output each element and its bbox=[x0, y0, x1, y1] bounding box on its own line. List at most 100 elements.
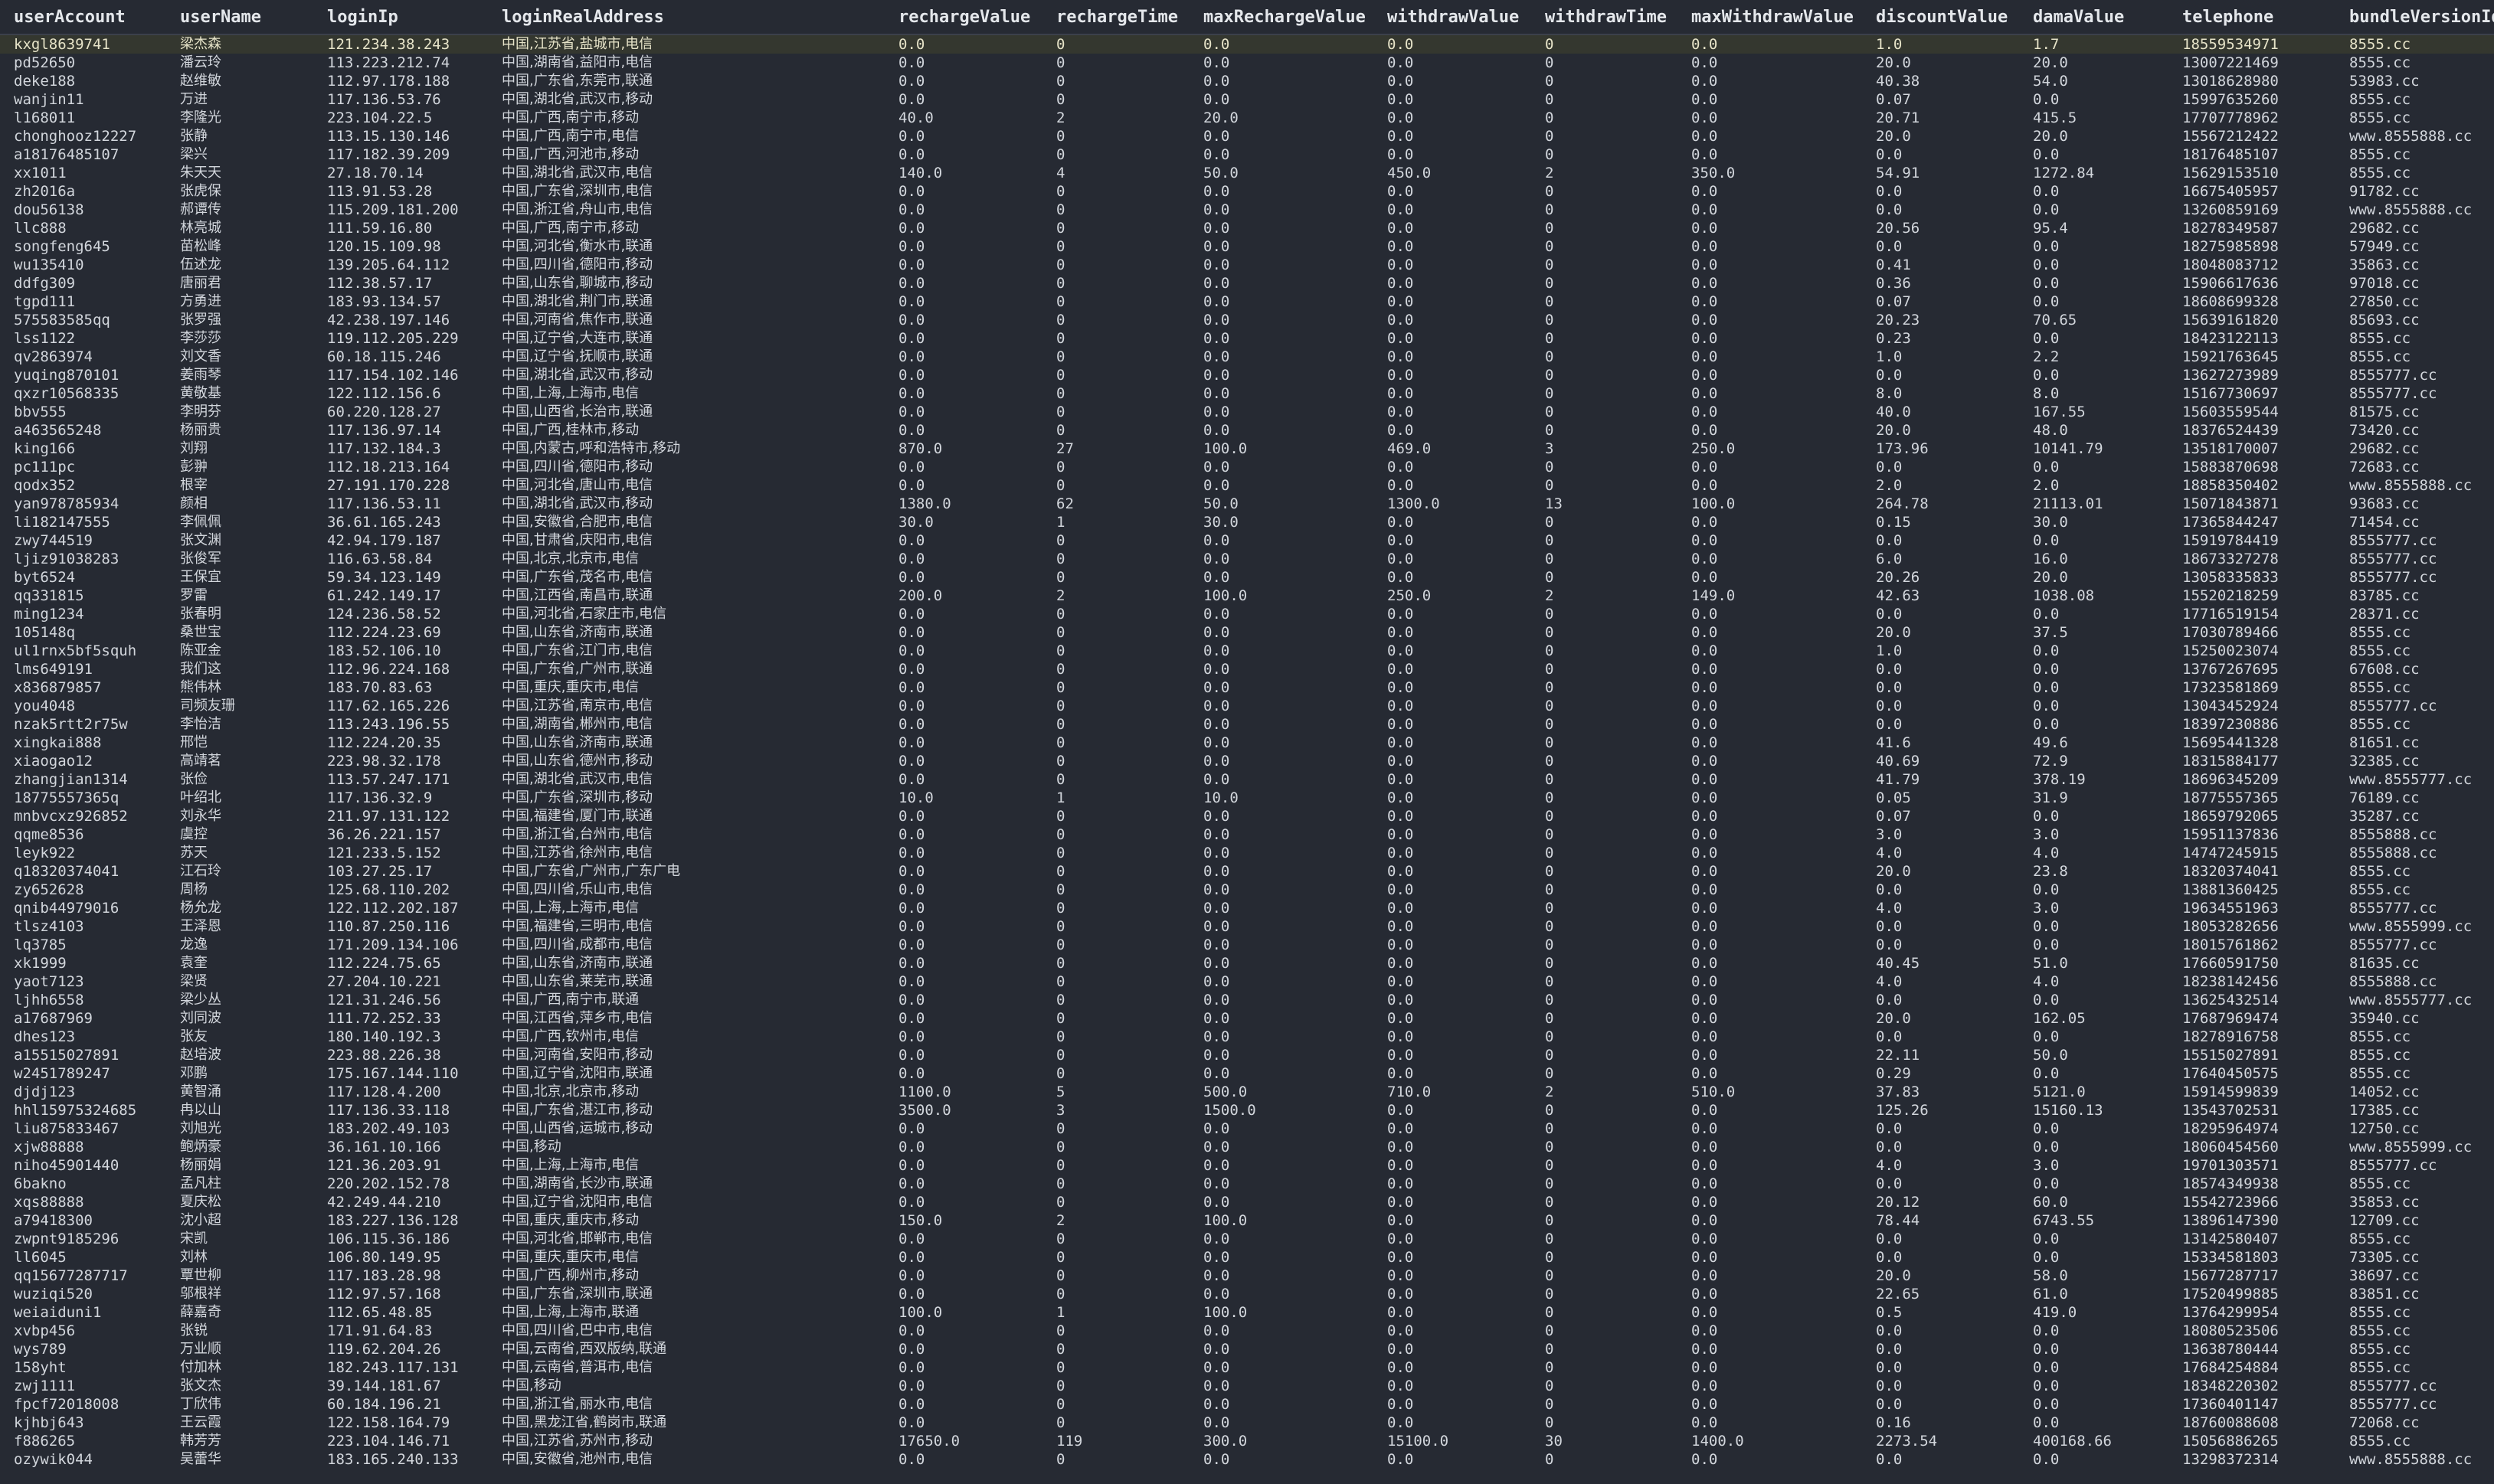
cell-dama-value[interactable]: 0.0 bbox=[2019, 642, 2168, 660]
cell-discount-value[interactable]: 0.23 bbox=[1862, 329, 2019, 348]
table-row[interactable]: qodx352 根宰 27.191.170.228 中国,河北省,唐山市,电信 0.0 0… bbox=[0, 476, 2494, 495]
cell-login-address[interactable]: 中国,河北省,衡水市,联通 bbox=[488, 237, 885, 256]
cell-recharge-time[interactable]: 0 bbox=[1042, 293, 1190, 311]
cell-telephone[interactable]: 13638780444 bbox=[2168, 1340, 2335, 1358]
cell-discount-value[interactable]: 0.0 bbox=[1862, 660, 2019, 678]
cell-login-address[interactable]: 中国,四川省,德阳市,移动 bbox=[488, 458, 885, 476]
cell-user-name[interactable]: 高靖茗 bbox=[166, 752, 313, 770]
cell-discount-value[interactable]: 20.0 bbox=[1862, 862, 2019, 881]
cell-user-name[interactable]: 苗松峰 bbox=[166, 237, 313, 256]
cell-user-name[interactable]: 万进 bbox=[166, 90, 313, 109]
cell-user-name[interactable]: 颜相 bbox=[166, 495, 313, 513]
cell-discount-value[interactable]: 0.0 bbox=[1862, 1340, 2019, 1358]
table-row[interactable]: xk1999 袁奎 112.224.75.65 中国,山东省,济南市,联通 0.0 0 0.… bbox=[0, 954, 2494, 972]
cell-bundle-version-id[interactable]: www.8555999.cc bbox=[2335, 1138, 2494, 1156]
cell-recharge-time[interactable]: 0 bbox=[1042, 256, 1190, 274]
cell-login-address[interactable]: 中国,广东省,广州市,广东广电 bbox=[488, 862, 885, 881]
cell-discount-value[interactable]: 4.0 bbox=[1862, 972, 2019, 991]
cell-withdraw-time[interactable]: 0 bbox=[1531, 789, 1677, 807]
cell-bundle-version-id[interactable]: 8555.cc bbox=[2335, 678, 2494, 697]
cell-max-withdraw-value[interactable]: 0.0 bbox=[1677, 403, 1862, 421]
cell-recharge-time[interactable]: 0 bbox=[1042, 274, 1190, 293]
cell-user-account[interactable]: zwy744519 bbox=[0, 531, 166, 550]
cell-login-address[interactable]: 中国,山东省,济南市,联通 bbox=[488, 954, 885, 972]
table-row[interactable]: niho45901440 杨丽娟 121.36.203.91 中国,上海,上海市,电信… bbox=[0, 1156, 2494, 1175]
cell-dama-value[interactable]: 8.0 bbox=[2019, 384, 2168, 403]
cell-withdraw-value[interactable]: 0.0 bbox=[1373, 1193, 1531, 1211]
cell-discount-value[interactable]: 54.91 bbox=[1862, 164, 2019, 182]
cell-user-account[interactable]: 105148q bbox=[0, 623, 166, 642]
cell-login-ip[interactable]: 117.183.28.98 bbox=[313, 1267, 488, 1285]
cell-user-name[interactable]: 彭翀 bbox=[166, 458, 313, 476]
cell-user-name[interactable]: 周杨 bbox=[166, 881, 313, 899]
cell-withdraw-time[interactable]: 0 bbox=[1531, 72, 1677, 90]
cell-dama-value[interactable]: 49.6 bbox=[2019, 734, 2168, 752]
cell-bundle-version-id[interactable]: 83785.cc bbox=[2335, 587, 2494, 605]
cell-max-withdraw-value[interactable]: 0.0 bbox=[1677, 1377, 1862, 1395]
cell-login-address[interactable]: 中国,河南省,安阳市,移动 bbox=[488, 1046, 885, 1064]
cell-withdraw-time[interactable]: 0 bbox=[1531, 1340, 1677, 1358]
cell-telephone[interactable]: 18659792065 bbox=[2168, 807, 2335, 825]
cell-user-name[interactable]: 陈亚金 bbox=[166, 642, 313, 660]
cell-login-address[interactable]: 中国,浙江省,舟山市,电信 bbox=[488, 201, 885, 219]
cell-max-recharge-value[interactable]: 0.0 bbox=[1190, 348, 1373, 366]
cell-recharge-time[interactable]: 2 bbox=[1042, 1211, 1190, 1230]
cell-recharge-time[interactable]: 0 bbox=[1042, 72, 1190, 90]
cell-max-withdraw-value[interactable]: 0.0 bbox=[1677, 936, 1862, 954]
table-row[interactable]: ljhh6558 梁少丛 121.31.246.56 中国,广西,南宁市,联通 0.0 0… bbox=[0, 991, 2494, 1009]
cell-recharge-value[interactable]: 150.0 bbox=[885, 1211, 1042, 1230]
cell-discount-value[interactable]: 20.0 bbox=[1862, 127, 2019, 145]
cell-user-account[interactable]: yaot7123 bbox=[0, 972, 166, 991]
cell-dama-value[interactable]: 0.0 bbox=[2019, 293, 2168, 311]
cell-user-account[interactable]: tlsz4103 bbox=[0, 917, 166, 936]
cell-bundle-version-id[interactable]: 81635.cc bbox=[2335, 954, 2494, 972]
cell-withdraw-time[interactable]: 0 bbox=[1531, 182, 1677, 201]
cell-max-withdraw-value[interactable]: 0.0 bbox=[1677, 550, 1862, 568]
cell-recharge-value[interactable]: 0.0 bbox=[885, 991, 1042, 1009]
cell-bundle-version-id[interactable]: 8555.cc bbox=[2335, 109, 2494, 127]
cell-withdraw-value[interactable]: 0.0 bbox=[1373, 972, 1531, 991]
cell-login-address[interactable]: 中国,河南省,焦作市,联通 bbox=[488, 311, 885, 329]
cell-bundle-version-id[interactable]: 8555.cc bbox=[2335, 862, 2494, 881]
cell-login-address[interactable]: 中国,上海,上海市,电信 bbox=[488, 384, 885, 403]
cell-discount-value[interactable]: 4.0 bbox=[1862, 899, 2019, 917]
table-row[interactable]: deke188 赵维敏 112.97.178.188 中国,广东省,东莞市,联通 0.0… bbox=[0, 72, 2494, 90]
cell-bundle-version-id[interactable]: www.8555888.cc bbox=[2335, 127, 2494, 145]
cell-withdraw-value[interactable]: 0.0 bbox=[1373, 531, 1531, 550]
cell-withdraw-time[interactable]: 0 bbox=[1531, 678, 1677, 697]
cell-telephone[interactable]: 13058335833 bbox=[2168, 568, 2335, 587]
cell-max-recharge-value[interactable]: 0.0 bbox=[1190, 1009, 1373, 1028]
cell-max-recharge-value[interactable]: 0.0 bbox=[1190, 1138, 1373, 1156]
cell-login-address[interactable]: 中国,浙江省,丽水市,电信 bbox=[488, 1395, 885, 1414]
cell-dama-value[interactable]: 4.0 bbox=[2019, 972, 2168, 991]
cell-login-ip[interactable]: 117.136.32.9 bbox=[313, 789, 488, 807]
cell-login-address[interactable]: 中国,广东省,茂名市,电信 bbox=[488, 568, 885, 587]
cell-user-account[interactable]: lss1122 bbox=[0, 329, 166, 348]
cell-max-recharge-value[interactable]: 0.0 bbox=[1190, 1064, 1373, 1083]
cell-max-recharge-value[interactable]: 0.0 bbox=[1190, 568, 1373, 587]
table-row[interactable]: xingkai888 邢恺 112.224.20.35 中国,山东省,济南市,联通 0.… bbox=[0, 734, 2494, 752]
cell-withdraw-value[interactable]: 0.0 bbox=[1373, 1120, 1531, 1138]
cell-user-account[interactable]: wanjin11 bbox=[0, 90, 166, 109]
cell-bundle-version-id[interactable]: 8555777.cc bbox=[2335, 550, 2494, 568]
cell-login-address[interactable]: 中国,河北省,石家庄市,电信 bbox=[488, 605, 885, 623]
cell-max-recharge-value[interactable]: 0.0 bbox=[1190, 1156, 1373, 1175]
cell-dama-value[interactable]: 0.0 bbox=[2019, 807, 2168, 825]
cell-telephone[interactable]: 13018628980 bbox=[2168, 72, 2335, 90]
cell-dama-value[interactable]: 2.2 bbox=[2019, 348, 2168, 366]
cell-discount-value[interactable]: 0.0 bbox=[1862, 1358, 2019, 1377]
cell-withdraw-value[interactable]: 0.0 bbox=[1373, 90, 1531, 109]
cell-withdraw-time[interactable]: 0 bbox=[1531, 1046, 1677, 1064]
cell-max-withdraw-value[interactable]: 0.0 bbox=[1677, 734, 1862, 752]
cell-dama-value[interactable]: 0.0 bbox=[2019, 660, 2168, 678]
cell-recharge-time[interactable]: 0 bbox=[1042, 531, 1190, 550]
cell-login-address[interactable]: 中国,辽宁省,大连市,联通 bbox=[488, 329, 885, 348]
cell-login-address[interactable]: 中国,安徽省,合肥市,电信 bbox=[488, 513, 885, 531]
cell-withdraw-value[interactable]: 0.0 bbox=[1373, 1138, 1531, 1156]
cell-telephone[interactable]: 18696345209 bbox=[2168, 770, 2335, 789]
cell-max-withdraw-value[interactable]: 0.0 bbox=[1677, 1248, 1862, 1267]
cell-recharge-time[interactable]: 0 bbox=[1042, 1175, 1190, 1193]
cell-recharge-time[interactable]: 0 bbox=[1042, 954, 1190, 972]
cell-login-address[interactable]: 中国,福建省,厦门市,联通 bbox=[488, 807, 885, 825]
table-row[interactable]: ozywik044 吴蕾华 183.165.240.133 中国,安徽省,池州市,电信… bbox=[0, 1450, 2494, 1469]
